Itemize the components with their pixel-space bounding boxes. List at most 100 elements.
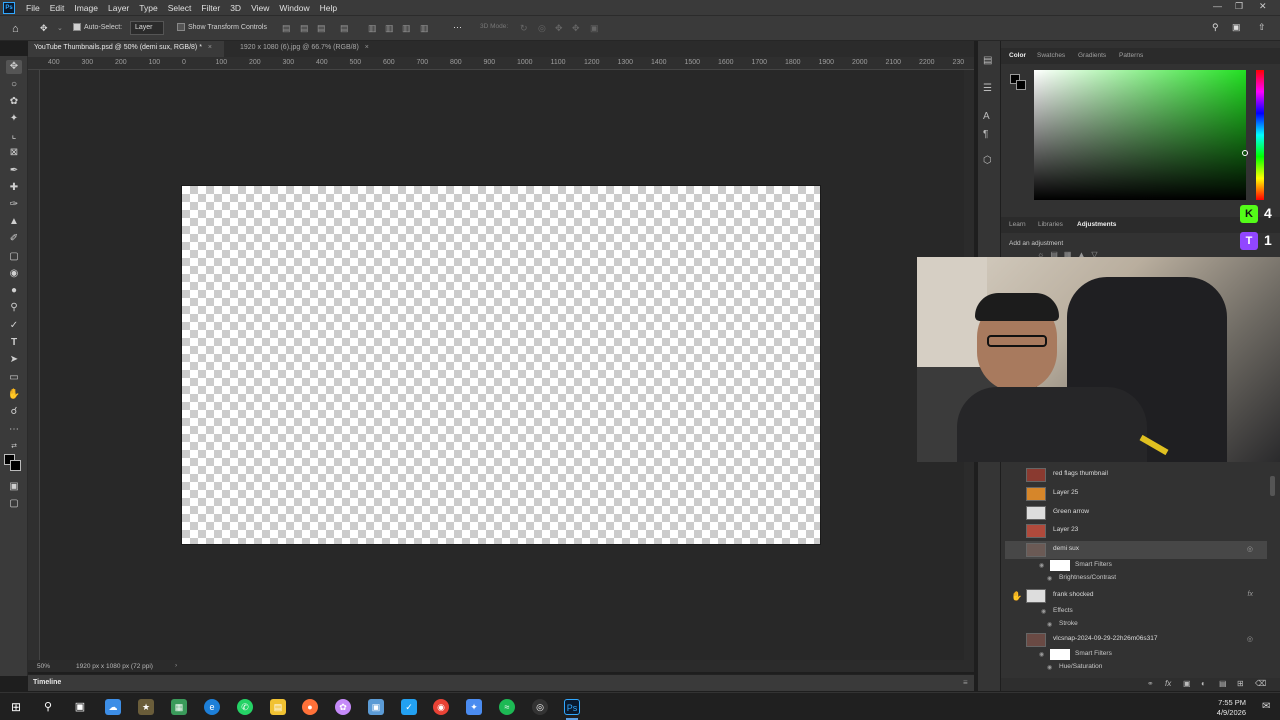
align-middle-icon[interactable]: ▥ xyxy=(385,23,394,34)
dodge-tool-icon[interactable]: ⚲ xyxy=(6,301,22,315)
background-color-swatch[interactable] xyxy=(1016,80,1026,90)
hand-tool-icon[interactable]: ✋ xyxy=(6,388,22,402)
app-icon[interactable]: ✦ xyxy=(466,699,482,715)
healing-brush-tool-icon[interactable]: ✚ xyxy=(6,181,22,195)
add-style-icon[interactable]: fx xyxy=(1165,679,1171,688)
link-layers-icon[interactable]: ⚭ xyxy=(1147,679,1154,688)
show-transform-controls-checkbox[interactable]: Show Transform Controls xyxy=(177,23,267,31)
menu-3d[interactable]: 3D xyxy=(225,3,246,13)
zoom-level[interactable]: 50% xyxy=(37,663,50,670)
tab-swatches[interactable]: Swatches xyxy=(1037,52,1065,59)
new-group-icon[interactable]: ▤ xyxy=(1219,679,1227,688)
new-layer-icon[interactable]: ⊞ xyxy=(1237,679,1244,688)
firefox-icon[interactable]: ● xyxy=(302,699,318,715)
tab-adjustments[interactable]: Adjustments xyxy=(1077,221,1116,228)
pen-tool-icon[interactable]: ✓ xyxy=(6,319,22,333)
search-icon[interactable]: ⚲ xyxy=(40,699,56,715)
tab-gradients[interactable]: Gradients xyxy=(1078,52,1106,59)
history-icon[interactable]: ▤ xyxy=(983,55,992,66)
app-icon[interactable]: ▣ xyxy=(368,699,384,715)
move-tool-icon[interactable]: ✥ xyxy=(40,23,48,34)
workspace-icon[interactable]: ▣ xyxy=(1232,22,1241,33)
crop-tool-icon[interactable]: ⌞ xyxy=(6,129,22,143)
close-tab-icon[interactable]: × xyxy=(208,44,212,51)
menu-help[interactable]: Help xyxy=(315,3,342,13)
screen-mode-icon[interactable]: ▢ xyxy=(6,497,22,511)
hue-slider[interactable] xyxy=(1256,70,1264,200)
layer-row-selected[interactable]: demi sux ◎ xyxy=(1005,541,1267,559)
adjustment-layer-icon[interactable]: ◐ xyxy=(1201,679,1206,688)
3d-roll-icon[interactable]: ◎ xyxy=(538,23,546,34)
notification-icon[interactable]: ✉ xyxy=(1262,701,1270,712)
layer-row[interactable]: Layer 25 xyxy=(1005,485,1267,503)
eye-icon[interactable]: ◉ xyxy=(1039,651,1044,658)
system-clock[interactable]: 7:55 PM 4/9/2026 xyxy=(1217,698,1246,718)
3d-slide-icon[interactable]: ✥ xyxy=(572,23,580,34)
minimize-icon[interactable]: — xyxy=(1213,1,1222,11)
auto-select-checkbox[interactable]: Auto-Select: xyxy=(73,23,122,31)
effect-row[interactable]: ◉ Stroke xyxy=(1047,618,1277,631)
windows-start-icon[interactable]: ⊞ xyxy=(8,699,24,715)
quick-mask-icon[interactable]: ▣ xyxy=(6,480,22,494)
align-bottom-icon[interactable]: ▥ xyxy=(402,23,411,34)
align-top-icon[interactable]: ▥ xyxy=(368,23,377,34)
align-center-icon[interactable]: ▤ xyxy=(300,23,309,34)
tab-1920x1080-jpg[interactable]: 1920 x 1080 (6).jpg @ 66.7% (RGB/8) × xyxy=(234,41,394,57)
menu-filter[interactable]: Filter xyxy=(196,3,225,13)
menu-view[interactable]: View xyxy=(246,3,274,13)
distribute-icon[interactable]: ▤ xyxy=(340,23,349,34)
tab-learn[interactable]: Learn xyxy=(1009,221,1026,228)
align-right-icon[interactable]: ▤ xyxy=(317,23,326,34)
eye-icon[interactable]: ◉ xyxy=(1047,664,1052,671)
lasso-tool-icon[interactable]: ✿ xyxy=(6,95,22,109)
brush-tool-icon[interactable]: ✑ xyxy=(6,198,22,212)
file-explorer-icon[interactable]: ▤ xyxy=(270,699,286,715)
more-options-icon[interactable]: ⋯ xyxy=(453,22,462,33)
close-tab-icon[interactable]: × xyxy=(365,44,369,51)
whatsapp-icon[interactable]: ✆ xyxy=(237,699,253,715)
layer-row[interactable]: vlcsnap-2024-09-29-22h26m06s317 ◎ xyxy=(1005,631,1267,649)
frame-tool-icon[interactable]: ⊠ xyxy=(6,146,22,160)
eye-icon[interactable]: ◉ xyxy=(1041,608,1046,615)
obs-icon[interactable]: ◎ xyxy=(532,699,548,715)
layer-row[interactable]: red flags thumbnail xyxy=(1005,466,1267,484)
tab-youtube-thumbnails[interactable]: YouTube Thumbnails.psd @ 50% (demi sux, … xyxy=(28,41,224,57)
history-brush-tool-icon[interactable]: ✐ xyxy=(6,232,22,246)
chevron-down-icon[interactable]: ⌄ xyxy=(57,24,63,32)
spotify-icon[interactable]: ≈ xyxy=(499,699,515,715)
type-tool-icon[interactable]: T xyxy=(6,336,22,350)
filter-row[interactable]: ◉ Brightness/Contrast xyxy=(1047,572,1277,585)
eraser-tool-icon[interactable]: ▢ xyxy=(6,250,22,264)
add-mask-icon[interactable]: ▣ xyxy=(1183,679,1191,688)
eye-icon[interactable]: ◉ xyxy=(1047,621,1052,628)
layers-scrollbar[interactable] xyxy=(1270,476,1275,496)
color-picker-field[interactable] xyxy=(1034,70,1246,200)
3d-orbit-icon[interactable]: ↻ xyxy=(520,23,528,34)
share-icon[interactable]: ⇧ xyxy=(1258,22,1266,33)
vscode-icon[interactable]: ✓ xyxy=(401,699,417,715)
path-selection-tool-icon[interactable]: ➤ xyxy=(6,353,22,367)
menu-window[interactable]: Window xyxy=(274,3,314,13)
menu-type[interactable]: Type xyxy=(134,3,162,13)
clone-stamp-tool-icon[interactable]: ▲ xyxy=(6,215,22,229)
trash-icon[interactable]: ⌫ xyxy=(1255,679,1266,688)
restore-icon[interactable]: ❐ xyxy=(1235,1,1243,12)
fx-icon[interactable]: fx xyxy=(1248,591,1253,598)
paint-bucket-tool-icon[interactable]: ◉ xyxy=(6,267,22,281)
3d-scale-icon[interactable]: ▣ xyxy=(590,23,599,34)
home-icon[interactable]: ⌂ xyxy=(12,23,19,35)
swap-colors-icon[interactable]: ⇄ xyxy=(6,440,22,454)
distribute-vertical-icon[interactable]: ▥ xyxy=(420,23,429,34)
3d-icon[interactable]: ⬡ xyxy=(983,155,992,166)
blur-tool-icon[interactable]: ● xyxy=(6,284,22,298)
tab-color[interactable]: Color xyxy=(1009,52,1026,59)
search-icon[interactable]: ⚲ xyxy=(1212,22,1219,33)
menu-select[interactable]: Select xyxy=(163,3,197,13)
effects-row[interactable]: ◉ Effects xyxy=(1041,605,1271,618)
smart-filters-row[interactable]: ◉ Smart Filters xyxy=(1035,559,1265,572)
close-icon[interactable]: ✕ xyxy=(1259,1,1267,12)
marquee-tool-icon[interactable]: ○ xyxy=(6,78,22,92)
menu-layer[interactable]: Layer xyxy=(103,3,134,13)
tab-libraries[interactable]: Libraries xyxy=(1038,221,1063,228)
widgets-icon[interactable]: ☁ xyxy=(105,699,121,715)
